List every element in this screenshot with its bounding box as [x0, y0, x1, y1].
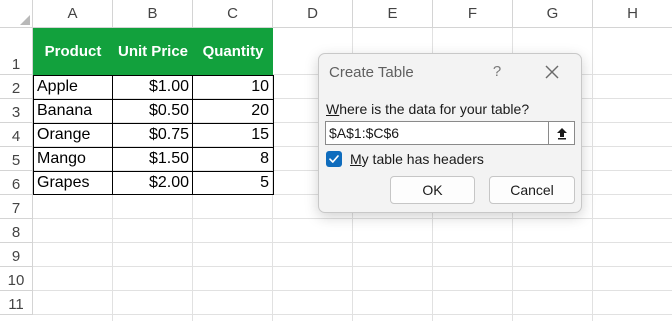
- data-range-label-text: here is the data for your table?: [339, 101, 530, 117]
- column-header-e[interactable]: E: [353, 0, 433, 28]
- cell-unit-price[interactable]: $0.50: [113, 99, 193, 123]
- row-header-10[interactable]: 10: [0, 267, 33, 291]
- cell-unit-price[interactable]: $2.00: [113, 171, 193, 195]
- select-all-triangle-icon: [20, 15, 30, 25]
- row-header-2[interactable]: 2: [0, 75, 33, 99]
- table-border: [33, 147, 274, 148]
- gridline: [592, 28, 593, 321]
- row-header-1[interactable]: 1: [0, 28, 33, 75]
- cell-product[interactable]: Banana: [33, 99, 113, 123]
- cell-product[interactable]: Grapes: [33, 171, 113, 195]
- create-table-dialog: Create Table ? Where is the data for you…: [318, 53, 582, 213]
- ok-button[interactable]: OK: [390, 176, 475, 204]
- close-icon: [545, 65, 559, 79]
- cell-product[interactable]: Mango: [33, 147, 113, 171]
- column-header-h[interactable]: H: [593, 0, 672, 28]
- table-header-product[interactable]: Product: [33, 28, 113, 75]
- table-border: [112, 75, 113, 195]
- data-range-input[interactable]: [325, 121, 548, 145]
- data-range-label-accesskey: W: [326, 101, 340, 117]
- has-headers-checkbox[interactable]: [326, 151, 342, 167]
- cell-quantity[interactable]: 15: [193, 123, 273, 147]
- select-all-corner[interactable]: [0, 0, 33, 28]
- has-headers-label-text: y table has headers: [361, 151, 484, 167]
- cell-product[interactable]: Orange: [33, 123, 113, 147]
- collapse-dialog-button[interactable]: [548, 121, 575, 145]
- table-header-quantity[interactable]: Quantity: [193, 28, 273, 75]
- table-border: [33, 194, 274, 195]
- table-header-unit-price[interactable]: Unit Price: [113, 28, 193, 75]
- row-header-6[interactable]: 6: [0, 171, 33, 195]
- table-border: [33, 75, 274, 76]
- close-button[interactable]: [543, 63, 561, 81]
- column-header-a[interactable]: A: [33, 0, 113, 28]
- cell-quantity[interactable]: 5: [193, 171, 273, 195]
- row-header-7[interactable]: 7: [0, 195, 33, 219]
- help-button[interactable]: ?: [489, 63, 505, 80]
- table-border: [192, 75, 193, 195]
- data-range-label: Where is the data for your table?: [326, 101, 529, 117]
- cell-quantity[interactable]: 8: [193, 147, 273, 171]
- has-headers-label[interactable]: My table has headers: [350, 151, 484, 167]
- cell-quantity[interactable]: 10: [193, 75, 273, 99]
- column-header-g[interactable]: G: [513, 0, 593, 28]
- cell-unit-price[interactable]: $0.75: [113, 123, 193, 147]
- column-header-f[interactable]: F: [433, 0, 513, 28]
- row-header-4[interactable]: 4: [0, 123, 33, 147]
- row-header-8[interactable]: 8: [0, 219, 33, 243]
- table-border: [273, 75, 274, 195]
- cancel-button[interactable]: Cancel: [489, 176, 575, 204]
- row-header-9[interactable]: 9: [0, 243, 33, 267]
- cell-unit-price[interactable]: $1.50: [113, 147, 193, 171]
- row-header-5[interactable]: 5: [0, 147, 33, 171]
- table-border: [33, 171, 274, 172]
- column-header-d[interactable]: D: [273, 0, 353, 28]
- row-header-3[interactable]: 3: [0, 99, 33, 123]
- has-headers-label-accesskey: M: [350, 151, 362, 167]
- table-border: [33, 75, 34, 195]
- cell-product[interactable]: Apple: [33, 75, 113, 99]
- upload-arrow-icon: [556, 127, 567, 139]
- cell-quantity[interactable]: 20: [193, 99, 273, 123]
- cell-unit-price[interactable]: $1.00: [113, 75, 193, 99]
- row-header-11[interactable]: 11: [0, 291, 33, 315]
- table-border: [33, 99, 274, 100]
- table-border: [33, 123, 274, 124]
- column-header-b[interactable]: B: [113, 0, 193, 28]
- dialog-title: Create Table: [329, 64, 414, 81]
- column-header-c[interactable]: C: [193, 0, 273, 28]
- checkmark-icon: [329, 155, 339, 163]
